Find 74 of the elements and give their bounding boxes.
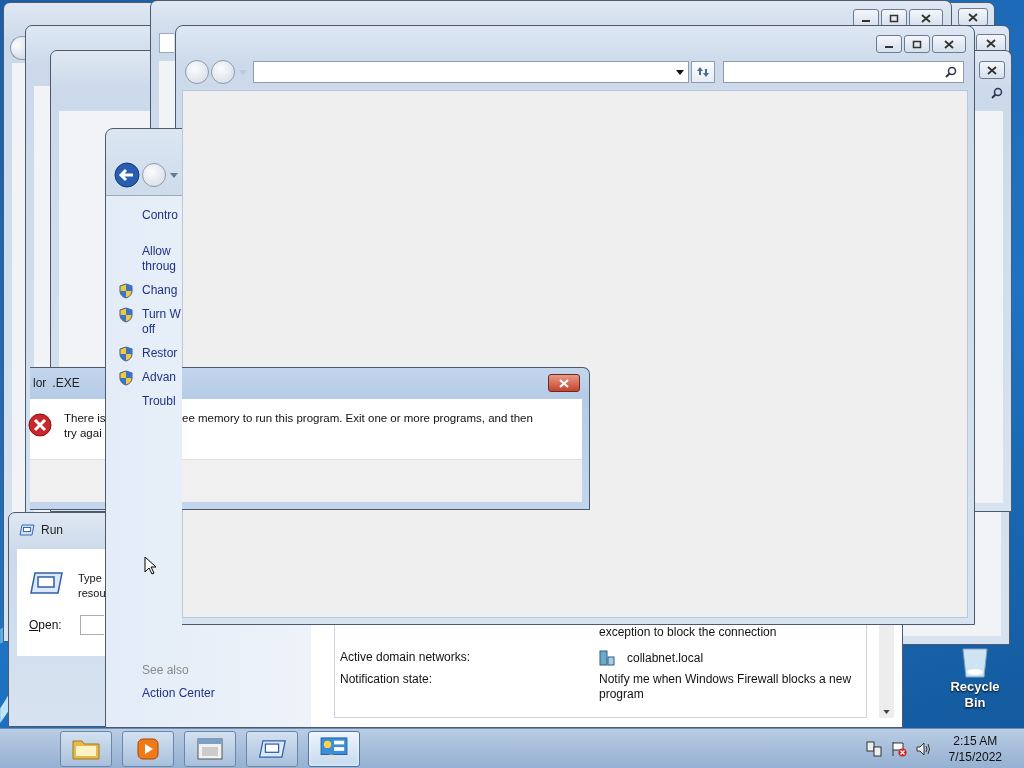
play-icon bbox=[134, 736, 162, 761]
error-message: ee memory to run this program. Exit one or more programs, and then bbox=[182, 411, 534, 426]
close-icon bbox=[968, 12, 978, 22]
refresh-button[interactable] bbox=[691, 61, 715, 83]
search-icon bbox=[945, 66, 957, 78]
description-text: resou bbox=[78, 586, 106, 601]
close-button[interactable] bbox=[979, 61, 1005, 79]
task-link[interactable]: Restor bbox=[142, 346, 311, 361]
error-message: There is bbox=[64, 411, 107, 426]
close-button[interactable] bbox=[932, 35, 966, 53]
minimize-icon bbox=[885, 46, 893, 48]
network-icon[interactable] bbox=[865, 740, 882, 757]
run-icon bbox=[29, 571, 63, 595]
scroll-down-icon[interactable] bbox=[883, 710, 890, 714]
minimize-icon bbox=[862, 20, 870, 22]
control-panel-icon bbox=[320, 736, 348, 761]
task-link[interactable]: Troubl bbox=[142, 394, 311, 409]
icon-label[interactable]: Recycle Bin bbox=[940, 679, 1010, 711]
taskbar-button[interactable] bbox=[246, 730, 298, 767]
search-icon[interactable] bbox=[991, 87, 1003, 99]
shield-icon bbox=[119, 283, 133, 299]
dropdown-icon bbox=[676, 70, 684, 75]
close-icon bbox=[921, 13, 931, 23]
error-message: try agai bbox=[64, 426, 103, 441]
address-bar[interactable] bbox=[253, 61, 689, 83]
open-label: Open: bbox=[29, 618, 63, 632]
maximize-button[interactable] bbox=[904, 35, 930, 53]
task-link[interactable]: Advan bbox=[142, 370, 311, 385]
close-icon bbox=[987, 65, 997, 75]
window-title: .EXE bbox=[52, 376, 80, 390]
close-icon bbox=[559, 378, 569, 388]
taskbar-button[interactable] bbox=[184, 730, 236, 767]
speaker-icon[interactable] bbox=[915, 740, 932, 757]
field-label: Notification state: bbox=[340, 672, 433, 686]
field-value: Notify me when Windows Firewall blocks a new program bbox=[599, 672, 853, 702]
close-icon bbox=[986, 38, 996, 48]
taskbar-button[interactable] bbox=[60, 730, 112, 767]
flag-icon[interactable] bbox=[890, 740, 907, 757]
close-button[interactable] bbox=[958, 8, 988, 26]
refresh-icon bbox=[696, 66, 710, 78]
search-field[interactable] bbox=[723, 61, 964, 83]
task-link[interactable]: Turn W off bbox=[142, 307, 311, 337]
cursor-icon bbox=[144, 556, 156, 575]
maximize-icon bbox=[889, 13, 899, 23]
taskbar-button[interactable] bbox=[308, 730, 360, 767]
clock-time[interactable]: 2:15 AM bbox=[953, 732, 998, 749]
shield-icon bbox=[119, 370, 133, 386]
network-icon bbox=[599, 650, 615, 666]
window-title: lor bbox=[33, 376, 47, 390]
section-heading: See also bbox=[142, 663, 190, 678]
close-icon bbox=[944, 39, 954, 49]
run-icon bbox=[19, 524, 35, 536]
dropdown-icon[interactable] bbox=[170, 172, 178, 178]
close-button[interactable] bbox=[548, 374, 580, 392]
maximize-icon bbox=[912, 39, 922, 49]
task-link[interactable]: Contro bbox=[142, 208, 311, 223]
field-label: Active domain networks: bbox=[340, 650, 471, 664]
minimize-button[interactable] bbox=[876, 35, 902, 53]
task-link[interactable]: Chang bbox=[142, 283, 311, 298]
field-value: collabnet.local bbox=[627, 650, 704, 666]
back-button[interactable] bbox=[114, 162, 140, 188]
shield-icon bbox=[119, 307, 133, 323]
open-field[interactable] bbox=[80, 615, 104, 635]
task-link[interactable]: Allow throug bbox=[142, 244, 311, 274]
taskbar-button[interactable] bbox=[122, 730, 174, 767]
recycle-bin-icon[interactable] bbox=[960, 645, 990, 679]
window-title: Run bbox=[41, 523, 63, 537]
field-value: exception to block the connection bbox=[599, 625, 777, 640]
window-icon bbox=[196, 736, 224, 761]
description-text: Type bbox=[78, 571, 103, 586]
shield-icon bbox=[119, 346, 133, 362]
see-also-link[interactable]: Action Center bbox=[142, 686, 311, 701]
scrollbar[interactable] bbox=[879, 625, 894, 718]
clock-date[interactable]: 7/15/2022 bbox=[948, 748, 1002, 765]
